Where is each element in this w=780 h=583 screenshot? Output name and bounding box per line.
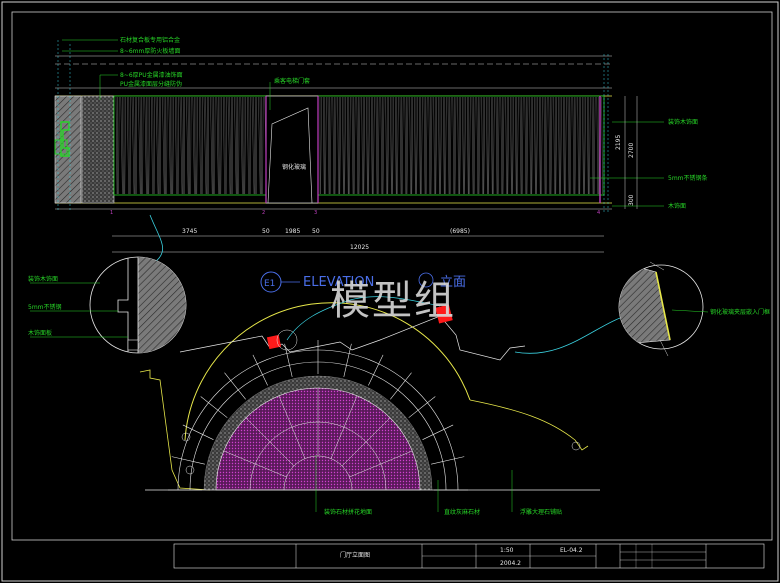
title-scale: 1:50 [500, 547, 514, 554]
width-dim-4: 50 [312, 228, 320, 235]
left-detail-label-2: 5mm不锈钢 [28, 303, 62, 311]
plan-label-1: 装饰石材拼花地面 [324, 508, 372, 516]
top-label-3: 8~6厚PU金属漆油饰面 [120, 71, 183, 79]
title-block: 门厅立面图 1:50 EL-04.2 2004.2 [173, 543, 765, 569]
width-dim-3: 1985 [285, 228, 300, 235]
title-sheet: EL-04.2 [560, 547, 583, 554]
door-panel-label: 钢化玻璃 [282, 163, 306, 171]
svg-text:2: 2 [262, 210, 265, 216]
top-label-4: PU金属漆面层分缝防伪 [120, 80, 182, 88]
elevation-marker: E1 [264, 279, 275, 289]
right-detail-label: 钢化玻璃夹层嵌入门框 [710, 308, 770, 316]
title-project: 门厅立面图 [340, 551, 370, 559]
right-label-1: 装饰木饰面 [668, 118, 698, 126]
height-dim-1: 2195 [615, 135, 622, 150]
height-dim-3: 300 [628, 194, 635, 206]
svg-text:1: 1 [110, 210, 113, 216]
column-marker-1 [266, 334, 282, 350]
stone-stipple-panel [81, 95, 115, 204]
left-detail-label-1: 装饰木饰面 [28, 275, 58, 283]
width-dim-5: (6985) [450, 228, 470, 235]
left-wall-section [54, 95, 82, 204]
svg-text:3: 3 [314, 210, 317, 216]
right-label-3: 木饰面 [668, 202, 686, 210]
width-dim-2: 50 [262, 228, 270, 235]
left-detail-callout: 装饰木饰面 5mm不锈钢 木饰面板 [28, 256, 187, 354]
elevation-view: 钢化玻璃 石材复合板专用铝合金 8~6mm厚防火板墙面 8~6厚PU金属漆油饰面… [54, 36, 708, 253]
top-label-2: 8~6mm厚防火板墙面 [120, 47, 180, 55]
watermark: 模型组 [330, 278, 456, 324]
width-dim-1: 3745 [182, 228, 197, 235]
door-label: 乘客电梯门套 [274, 77, 310, 85]
title-date: 2004.2 [500, 560, 521, 567]
elevator-door-opening [265, 95, 319, 204]
height-dim-2: 2700 [628, 143, 635, 158]
right-label-2: 5mm不锈钢条 [668, 174, 708, 182]
top-label-1: 石材复合板专用铝合金 [120, 36, 180, 44]
plan-label-2: 直纹灰麻石材 [444, 508, 480, 516]
plan-label-3: 浮雕大理石铺贴 [520, 508, 562, 516]
left-detail-label-3: 木饰面板 [28, 329, 52, 337]
svg-text:4: 4 [597, 210, 600, 216]
floor-plan-view: 装饰石材拼花地面 直纹灰麻石材 浮雕大理石铺贴 [139, 296, 600, 516]
right-detail-callout: 钢化玻璃夹层嵌入门框 [618, 261, 770, 357]
total-dim: 12025 [350, 244, 369, 251]
